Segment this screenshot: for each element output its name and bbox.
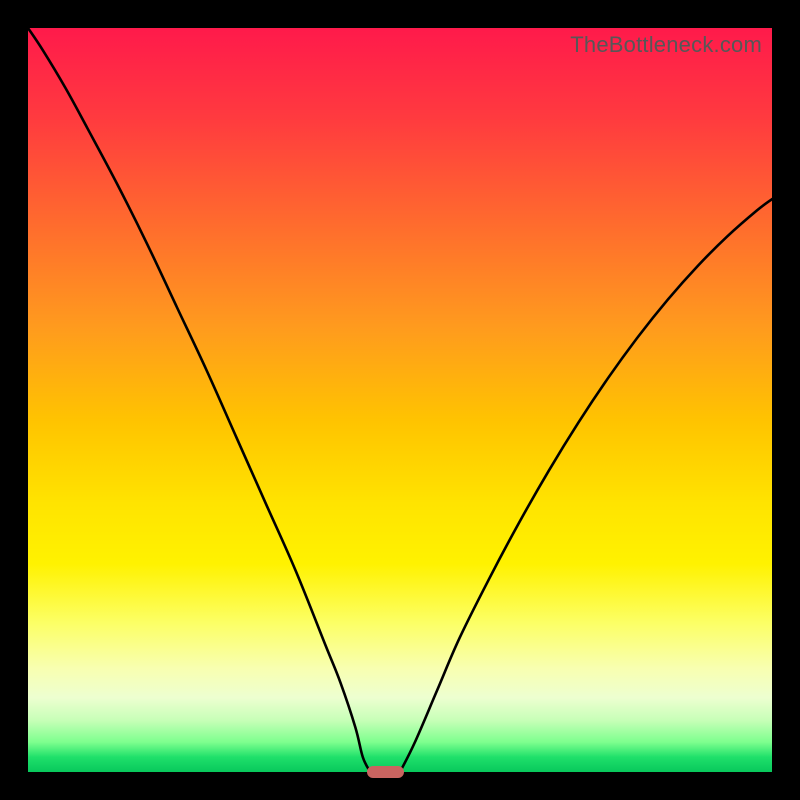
curve-svg (28, 28, 772, 772)
curve-left (28, 28, 370, 772)
chart-plot-area: TheBottleneck.com (28, 28, 772, 772)
curve-right (400, 199, 772, 772)
bottleneck-marker (367, 766, 404, 778)
chart-frame: TheBottleneck.com (0, 0, 800, 800)
